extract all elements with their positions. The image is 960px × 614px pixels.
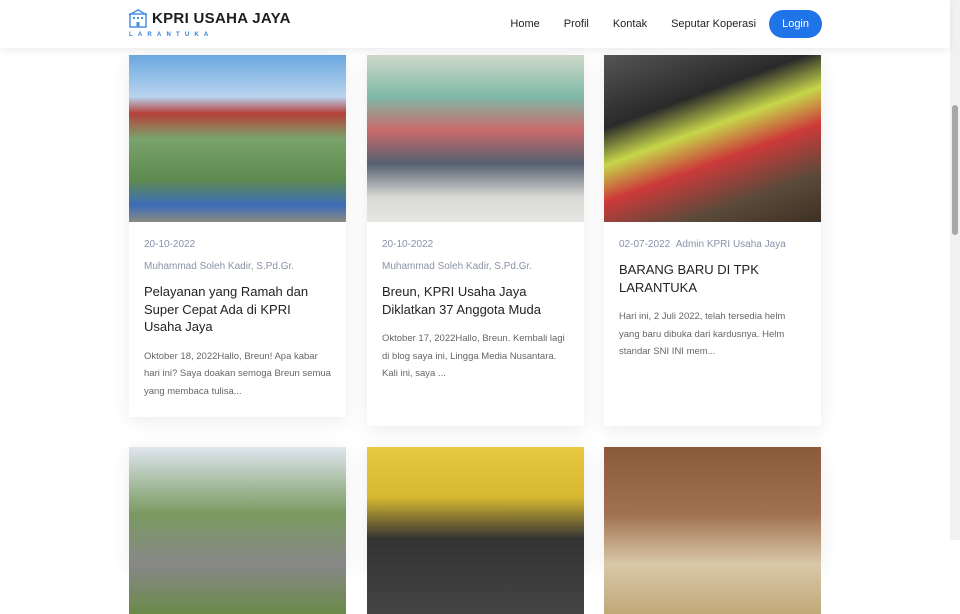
post-excerpt: Hari ini, 2 Juli 2022, telah tersedia he… xyxy=(619,311,786,357)
post-card[interactable]: 20-10-2022 Muhammad Soleh Kadir, S.Pd.Gr… xyxy=(129,55,346,417)
post-image[interactable] xyxy=(367,55,584,222)
post-date: 02-07-2022 xyxy=(619,239,671,250)
nav-profil[interactable]: Profil xyxy=(564,18,589,30)
post-image[interactable] xyxy=(129,55,346,222)
post-image[interactable] xyxy=(604,55,821,222)
post-excerpt: Oktober 17, 2022Hallo, Breun. Kembali la… xyxy=(382,333,565,379)
building-icon xyxy=(128,9,148,28)
post-author: Muhammad Soleh Kadir, S.Pd.Gr. xyxy=(382,261,533,272)
post-excerpt: Oktober 18, 2022Hallo, Breun! Apa kabar … xyxy=(144,350,331,397)
site-header: KPRI USAHA JAYA LARANTUKA Home Profil Ko… xyxy=(0,0,950,48)
post-author: Admin KPRI Usaha Jaya xyxy=(675,239,786,250)
post-author: Muhammad Soleh Kadir, S.Pd.Gr. xyxy=(144,261,295,272)
nav-home[interactable]: Home xyxy=(510,18,539,30)
main-nav: Home Profil Kontak Seputar Koperasi Logi… xyxy=(486,10,822,38)
scrollbar-thumb[interactable] xyxy=(952,105,958,235)
post-image[interactable] xyxy=(604,447,821,614)
post-image[interactable] xyxy=(129,447,346,614)
post-card[interactable]: 20-10-2022 Muhammad Soleh Kadir, S.Pd.Gr… xyxy=(367,55,584,426)
post-title[interactable]: Pelayanan yang Ramah dan Super Cepat Ada… xyxy=(144,283,331,336)
brand-logo[interactable]: KPRI USAHA JAYA xyxy=(128,8,291,28)
brand-subtitle: LARANTUKA xyxy=(129,32,214,38)
post-card[interactable] xyxy=(129,447,346,614)
post-date: 20-10-2022 xyxy=(382,239,434,250)
post-image[interactable] xyxy=(367,447,584,614)
post-title[interactable]: Breun, KPRI Usaha Jaya Diklatkan 37 Angg… xyxy=(382,283,569,318)
login-button[interactable]: Login xyxy=(769,10,822,38)
nav-seputar-koperasi[interactable]: Seputar Koperasi xyxy=(671,18,756,30)
post-card[interactable] xyxy=(604,447,821,614)
brand-title: KPRI USAHA JAYA xyxy=(152,9,291,27)
post-title[interactable]: BARANG BARU DI TPK LARANTUKA xyxy=(619,261,806,296)
post-card[interactable] xyxy=(367,447,584,614)
scrollbar[interactable] xyxy=(950,0,960,540)
post-date: 20-10-2022 xyxy=(144,239,196,250)
post-card[interactable]: 02-07-2022 Admin KPRI Usaha Jaya BARANG … xyxy=(604,55,821,426)
nav-kontak[interactable]: Kontak xyxy=(613,18,647,30)
